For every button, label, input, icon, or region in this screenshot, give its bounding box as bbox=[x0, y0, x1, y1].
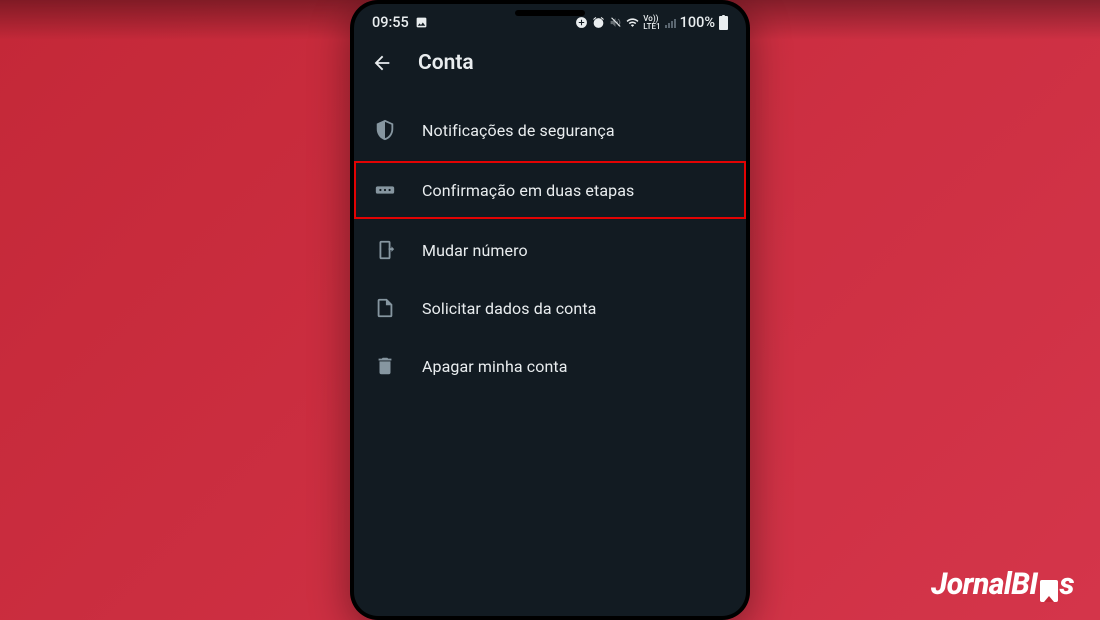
menu-item-label: Confirmação em duas etapas bbox=[422, 181, 726, 200]
menu-item-label: Mudar número bbox=[422, 241, 726, 260]
status-bar: 09:55 Vo))LTE1 100% bbox=[354, 4, 746, 37]
arrow-left-icon bbox=[371, 52, 393, 74]
battery-percent: 100% bbox=[680, 14, 715, 31]
account-menu: Notificações de segurança Confirmação em… bbox=[354, 95, 746, 616]
sim-swap-icon bbox=[374, 239, 396, 261]
menu-item-security-notifications[interactable]: Notificações de segurança bbox=[354, 101, 746, 159]
menu-item-change-number[interactable]: Mudar número bbox=[354, 221, 746, 279]
dots-icon bbox=[374, 179, 396, 201]
battery-icon bbox=[719, 16, 728, 30]
watermark-square-icon bbox=[1040, 580, 1058, 602]
watermark-text-after: s bbox=[1060, 567, 1074, 602]
app-bar: Conta bbox=[354, 37, 746, 95]
watermark-text-before: JornalBI bbox=[931, 567, 1038, 602]
shield-icon bbox=[374, 119, 396, 141]
phone-speaker bbox=[515, 10, 585, 16]
phone-frame: 09:55 Vo))LTE1 100% Conta bbox=[350, 0, 750, 620]
trash-icon bbox=[374, 355, 396, 377]
menu-item-label: Solicitar dados da conta bbox=[422, 299, 726, 318]
data-saver-icon bbox=[575, 16, 588, 29]
document-icon bbox=[374, 297, 396, 319]
menu-item-two-step-verification[interactable]: Confirmação em duas etapas bbox=[354, 161, 746, 219]
wifi-icon bbox=[626, 16, 639, 29]
image-icon bbox=[415, 16, 428, 29]
signal-icon bbox=[665, 17, 676, 28]
menu-item-request-account-info[interactable]: Solicitar dados da conta bbox=[354, 279, 746, 337]
menu-item-label: Apagar minha conta bbox=[422, 357, 726, 376]
watermark-logo: JornalBI s bbox=[931, 567, 1074, 602]
mute-icon bbox=[609, 16, 622, 29]
alarm-icon bbox=[592, 16, 605, 29]
page-title: Conta bbox=[418, 51, 474, 75]
network-label: Vo))LTE1 bbox=[643, 15, 660, 31]
back-button[interactable] bbox=[368, 49, 396, 77]
menu-item-delete-account[interactable]: Apagar minha conta bbox=[354, 337, 746, 395]
menu-item-label: Notificações de segurança bbox=[422, 121, 726, 140]
phone-screen: 09:55 Vo))LTE1 100% Conta bbox=[354, 4, 746, 616]
status-time: 09:55 bbox=[372, 14, 409, 31]
